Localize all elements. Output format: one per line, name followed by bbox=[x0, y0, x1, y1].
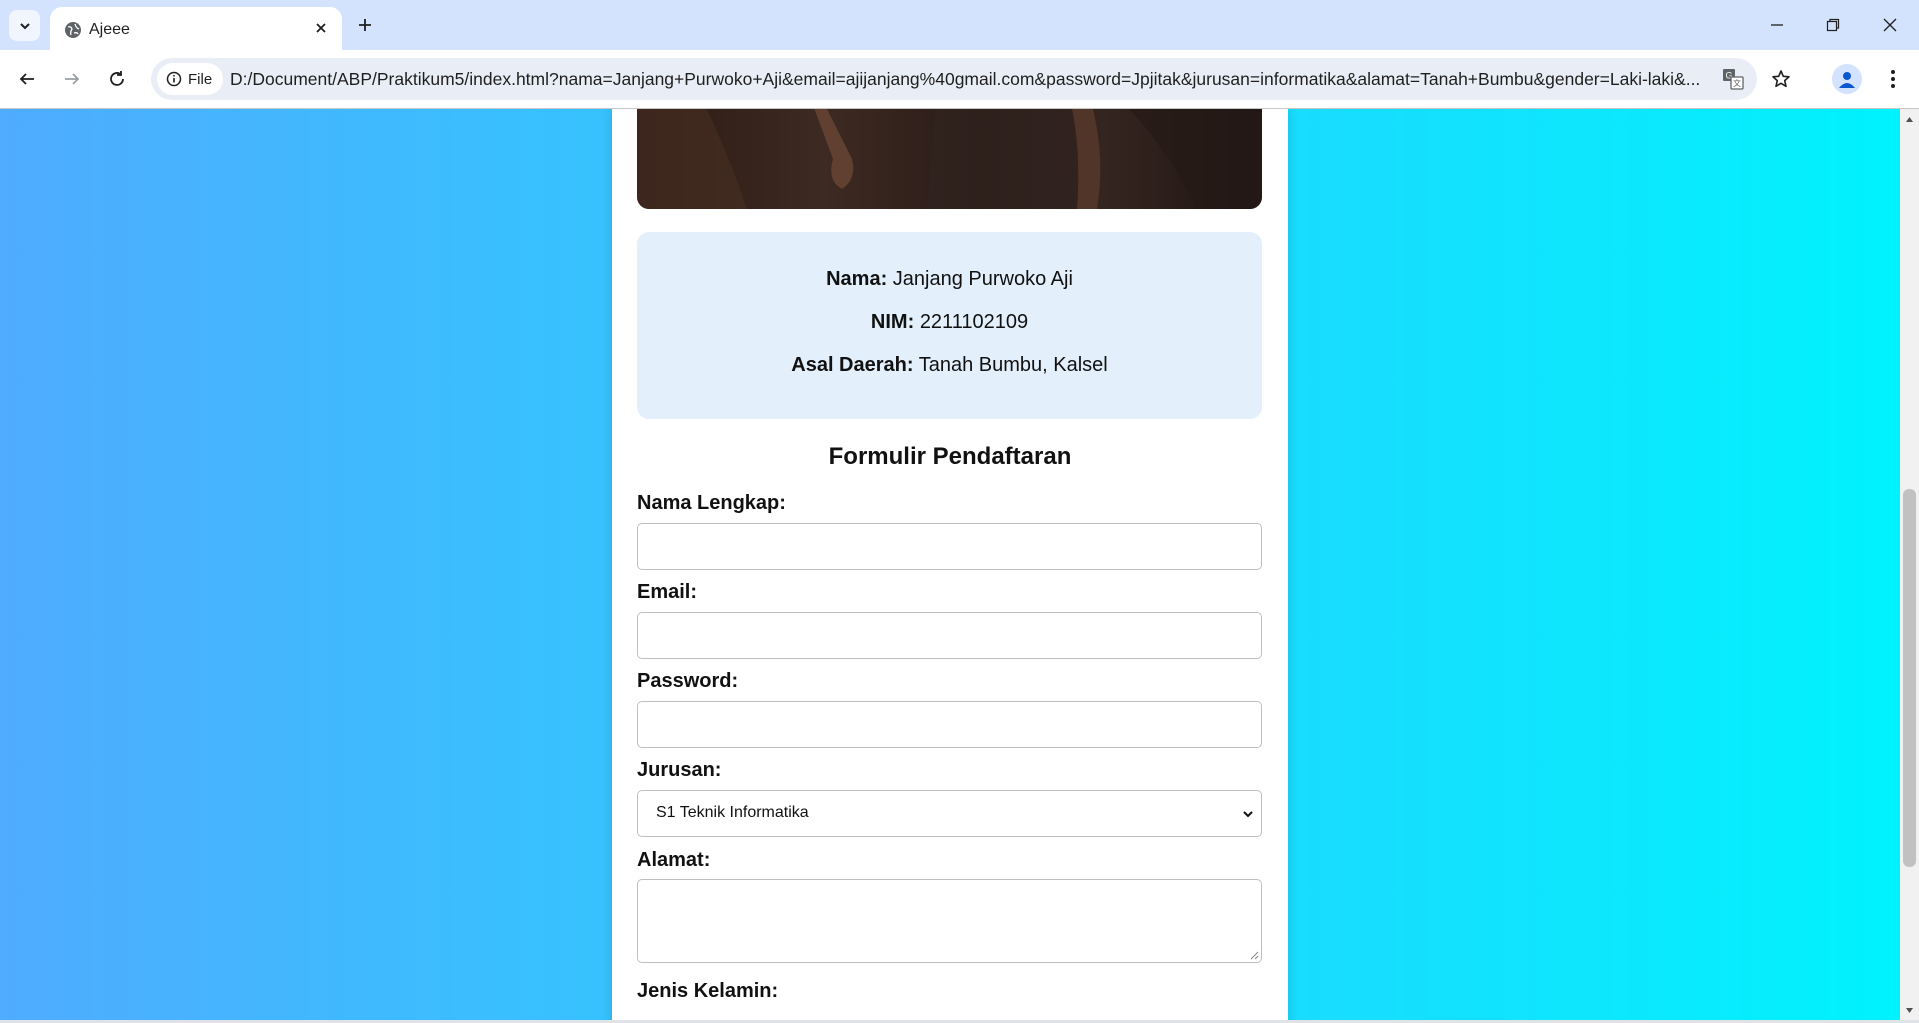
browser-menu-button[interactable] bbox=[1878, 64, 1908, 94]
email-label: Email: bbox=[637, 581, 698, 603]
browser-toolbar: File D:/Document/ABP/Praktikum5/index.ht… bbox=[0, 50, 1919, 109]
triangle-down-icon bbox=[1906, 1008, 1913, 1013]
alamat-textarea[interactable] bbox=[637, 879, 1262, 963]
profile-photo bbox=[637, 109, 1262, 209]
url-text[interactable]: D:/Document/ABP/Praktikum5/index.html?na… bbox=[230, 69, 1710, 90]
browser-tab-active[interactable]: Ajeee bbox=[50, 7, 342, 50]
content-card: Nama: Janjang Purwoko Aji NIM: 221110210… bbox=[612, 109, 1288, 1020]
tab-strip: Ajeee bbox=[0, 0, 1919, 50]
restore-window-button[interactable] bbox=[1818, 12, 1848, 38]
nama-label: Nama: bbox=[826, 268, 888, 290]
form-title: Formulir Pendaftaran bbox=[828, 443, 1072, 470]
asal-daerah-value: Tanah Bumbu, Kalsel bbox=[918, 354, 1108, 376]
resize-handle-icon[interactable] bbox=[1249, 950, 1259, 960]
profile-button[interactable] bbox=[1832, 64, 1862, 94]
bookmark-button[interactable] bbox=[1769, 67, 1793, 91]
address-bar[interactable]: File D:/Document/ABP/Praktikum5/index.ht… bbox=[151, 58, 1790, 100]
info-nim: NIM: 2211102109 bbox=[637, 311, 1262, 334]
nama-value: Janjang Purwoko Aji bbox=[892, 268, 1073, 290]
back-button[interactable] bbox=[13, 65, 41, 93]
profile-info-card: Nama: Janjang Purwoko Aji NIM: 221110210… bbox=[637, 232, 1262, 419]
file-chip-label: File bbox=[188, 70, 213, 88]
nama-lengkap-input[interactable] bbox=[637, 523, 1262, 570]
close-tab-button[interactable] bbox=[311, 18, 331, 38]
password-label: Password: bbox=[637, 670, 739, 692]
page-viewport: Nama: Janjang Purwoko Aji NIM: 221110210… bbox=[0, 109, 1900, 1020]
jurusan-selected-value: S1 Teknik Informatika bbox=[656, 804, 809, 821]
chevron-down-icon bbox=[19, 22, 30, 29]
asal-daerah-label: Asal Daerah: bbox=[791, 354, 914, 376]
restore-icon bbox=[1826, 18, 1840, 32]
translate-icon: G文 bbox=[1723, 69, 1744, 90]
triangle-up-icon bbox=[1906, 117, 1913, 122]
arrow-right-icon bbox=[65, 73, 80, 85]
nama-lengkap-label: Nama Lengkap: bbox=[637, 492, 786, 514]
jurusan-label: Jurusan: bbox=[637, 759, 722, 781]
info-icon bbox=[166, 71, 182, 87]
info-nama: Nama: Janjang Purwoko Aji bbox=[637, 268, 1262, 291]
vertical-scrollbar[interactable] bbox=[1900, 109, 1919, 1020]
jenis-kelamin-label: Jenis Kelamin: bbox=[637, 980, 779, 1002]
close-window-button[interactable] bbox=[1875, 12, 1905, 38]
minimize-window-button[interactable] bbox=[1762, 12, 1792, 38]
tab-title: Ajeee bbox=[89, 21, 130, 38]
password-input[interactable] bbox=[637, 701, 1262, 748]
info-asal-daerah: Asal Daerah: Tanah Bumbu, Kalsel bbox=[637, 354, 1262, 377]
scroll-up-button[interactable] bbox=[1904, 114, 1915, 125]
reload-button[interactable] bbox=[103, 65, 131, 93]
scroll-down-button[interactable] bbox=[1904, 1005, 1915, 1016]
chevron-down-icon bbox=[1243, 811, 1253, 818]
nim-label: NIM: bbox=[870, 311, 915, 333]
email-input[interactable] bbox=[637, 612, 1262, 659]
translate-button[interactable]: G文 bbox=[1721, 67, 1745, 91]
avatar-icon bbox=[1839, 72, 1855, 88]
globe-icon bbox=[65, 22, 81, 38]
alamat-label: Alamat: bbox=[637, 849, 711, 871]
photo-image bbox=[637, 109, 1262, 209]
reload-icon bbox=[110, 71, 124, 86]
close-icon bbox=[1883, 18, 1897, 32]
nim-value: 2211102109 bbox=[919, 311, 1029, 333]
minimize-icon bbox=[1771, 24, 1783, 26]
svg-text:文: 文 bbox=[1733, 78, 1741, 88]
forward-button[interactable] bbox=[58, 65, 86, 93]
tab-search-button[interactable] bbox=[9, 10, 40, 41]
more-vertical-icon bbox=[1891, 70, 1895, 88]
site-info-chip[interactable]: File bbox=[157, 63, 223, 95]
jurusan-select[interactable]: S1 Teknik Informatika bbox=[637, 790, 1262, 837]
arrow-left-icon bbox=[19, 73, 34, 85]
star-icon bbox=[1772, 70, 1790, 88]
close-icon bbox=[316, 23, 326, 33]
plus-icon bbox=[359, 19, 371, 31]
new-tab-button[interactable] bbox=[352, 12, 378, 38]
scrollbar-thumb[interactable] bbox=[1903, 489, 1916, 867]
